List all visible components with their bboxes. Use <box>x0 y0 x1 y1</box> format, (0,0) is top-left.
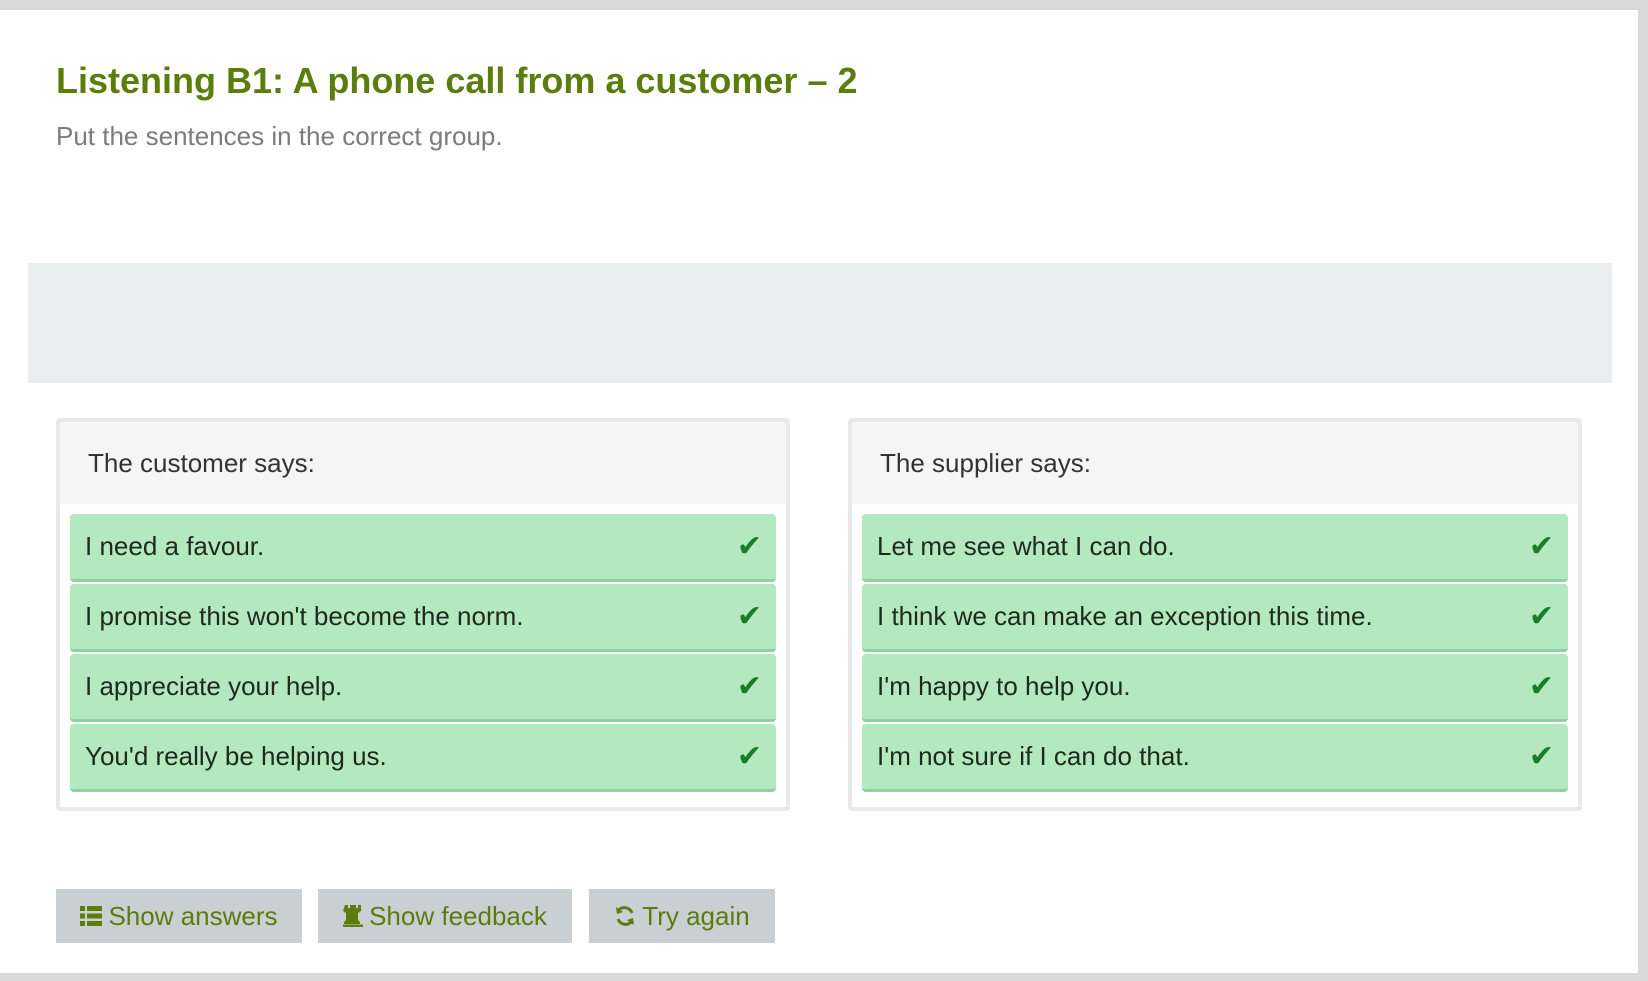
page-title: Listening B1: A phone call from a custom… <box>56 60 858 101</box>
show-feedback-label: Show feedback <box>369 900 547 931</box>
show-answers-button[interactable]: Show answers <box>56 889 302 943</box>
item-text: I need a favour. <box>85 531 265 561</box>
item-text: I'm not sure if I can do that. <box>877 741 1190 771</box>
list-icon <box>80 906 103 926</box>
draggable-item[interactable]: You'd really be helping us. ✔ <box>70 724 776 792</box>
check-icon: ✔ <box>1528 669 1554 703</box>
rook-icon <box>343 905 364 927</box>
draggable-item[interactable]: I'm happy to help you. ✔ <box>862 654 1568 722</box>
instruction-text: Put the sentences in the correct group. <box>56 121 503 151</box>
group-header: The supplier says: <box>852 422 1578 504</box>
try-again-label: Try again <box>642 900 750 931</box>
show-feedback-button[interactable]: Show feedback <box>318 889 572 943</box>
draggable-item[interactable]: I need a favour. ✔ <box>70 514 776 582</box>
refresh-icon <box>614 905 636 927</box>
exercise-card: Listening B1: A phone call from a custom… <box>0 10 1638 973</box>
draggable-item[interactable]: I think we can make an exception this ti… <box>862 584 1568 652</box>
try-again-button[interactable]: Try again <box>589 889 775 943</box>
check-icon: ✔ <box>1528 599 1554 633</box>
draggable-item[interactable]: I'm not sure if I can do that. ✔ <box>862 724 1568 792</box>
show-answers-label: Show answers <box>108 900 278 931</box>
check-icon: ✔ <box>1528 529 1554 563</box>
group-customer: The customer says: I need a favour. ✔ I … <box>56 418 790 811</box>
group-supplier: The supplier says: Let me see what I can… <box>848 418 1582 811</box>
item-text: I'm happy to help you. <box>877 671 1131 701</box>
check-icon: ✔ <box>736 599 762 633</box>
draggable-item[interactable]: I promise this won't become the norm. ✔ <box>70 584 776 652</box>
check-icon: ✔ <box>736 529 762 563</box>
draggable-item[interactable]: Let me see what I can do. ✔ <box>862 514 1568 582</box>
item-text: You'd really be helping us. <box>85 741 387 771</box>
item-text: I promise this won't become the norm. <box>85 601 524 631</box>
check-icon: ✔ <box>736 669 762 703</box>
item-text: Let me see what I can do. <box>877 531 1175 561</box>
draggable-item[interactable]: I appreciate your help. ✔ <box>70 654 776 722</box>
check-icon: ✔ <box>1528 739 1554 773</box>
check-icon: ✔ <box>736 739 762 773</box>
item-text: I think we can make an exception this ti… <box>877 601 1373 631</box>
media-placeholder <box>28 263 1612 383</box>
group-header: The customer says: <box>60 422 786 504</box>
item-text: I appreciate your help. <box>85 671 343 701</box>
